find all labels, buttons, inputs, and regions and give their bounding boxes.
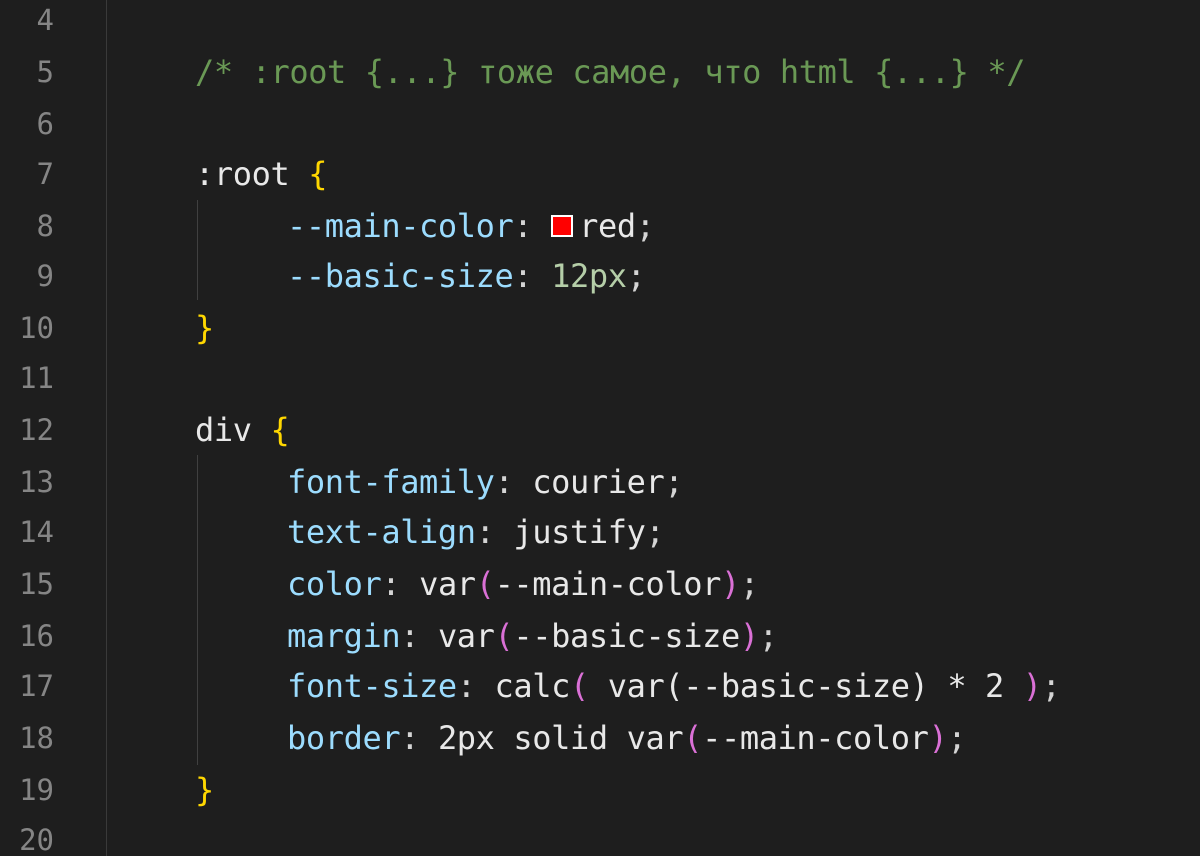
close-brace: } xyxy=(195,309,214,347)
code-line[interactable]: 20 xyxy=(0,814,1200,856)
css-value: 12px xyxy=(551,257,627,295)
line-number: 20 xyxy=(19,823,54,856)
css-value: var(--basic-size) * 2 xyxy=(588,667,1023,705)
code-line[interactable]: 6 xyxy=(0,98,1200,150)
css-property: font-size xyxy=(287,667,457,705)
line-number: 9 xyxy=(36,259,54,293)
line-number: 14 xyxy=(19,515,54,549)
css-selector: div xyxy=(195,411,252,449)
css-value: courier xyxy=(532,463,665,501)
code-line[interactable]: 11 xyxy=(0,352,1200,404)
code-line[interactable]: 9 --basic-size: 12px; xyxy=(0,250,1200,302)
css-property: --main-color xyxy=(287,207,514,245)
css-value: --main-color xyxy=(702,719,929,757)
code-comment: /* :root {...} тоже самое, что html {...… xyxy=(195,53,1026,91)
css-property: --basic-size xyxy=(287,257,514,295)
css-property: border xyxy=(287,719,401,757)
code-line[interactable]: 10 } xyxy=(0,302,1200,354)
line-number: 17 xyxy=(19,669,54,703)
code-line[interactable]: 4 xyxy=(0,0,1200,46)
code-line[interactable]: 14 text-align: justify; xyxy=(0,506,1200,558)
line-number: 11 xyxy=(19,361,54,395)
line-number: 10 xyxy=(19,311,54,345)
css-function: var xyxy=(419,565,476,603)
code-line[interactable]: 15 color: var(--main-color); xyxy=(0,558,1200,610)
close-brace: } xyxy=(195,771,214,809)
css-selector: :root xyxy=(195,155,290,193)
css-value: 2px solid xyxy=(437,719,627,757)
line-number: 4 xyxy=(36,3,54,37)
open-brace: { xyxy=(270,411,290,449)
line-number: 15 xyxy=(19,567,54,601)
css-value: --main-color xyxy=(494,565,722,603)
css-value: justify xyxy=(513,513,646,551)
css-property: font-family xyxy=(287,463,495,501)
code-line[interactable]: 8 --main-color: red; xyxy=(0,200,1200,252)
code-line[interactable]: 12 div { xyxy=(0,404,1200,456)
code-line[interactable]: 18 border: 2px solid var(--main-color); xyxy=(0,712,1200,764)
color-swatch-icon[interactable] xyxy=(551,215,574,237)
code-line[interactable]: 19 } xyxy=(0,764,1200,816)
line-number: 7 xyxy=(36,157,54,191)
css-function: var xyxy=(626,719,684,757)
code-editor[interactable]: 4 5 /* :root {...} тоже самое, что html … xyxy=(0,0,1200,856)
line-number: 19 xyxy=(19,773,54,807)
css-value: --basic-size xyxy=(513,617,740,655)
line-number: 5 xyxy=(36,55,54,89)
css-value: red xyxy=(579,207,636,245)
css-function: var xyxy=(437,617,495,655)
line-number: 13 xyxy=(19,465,54,499)
code-line[interactable]: 7 :root { xyxy=(0,148,1200,200)
css-property: text-align xyxy=(287,513,476,551)
line-number: 12 xyxy=(19,413,54,447)
line-number: 6 xyxy=(36,107,54,141)
code-line[interactable]: 5 /* :root {...} тоже самое, что html {.… xyxy=(0,46,1200,98)
line-number: 16 xyxy=(19,619,54,653)
code-line[interactable]: 13 font-family: courier; xyxy=(0,456,1200,508)
css-property: color xyxy=(287,565,382,603)
open-brace: { xyxy=(308,155,328,193)
line-number: 18 xyxy=(19,721,54,755)
line-number: 8 xyxy=(36,209,54,243)
code-line[interactable]: 17 font-size: calc( var(--basic-size) * … xyxy=(0,660,1200,712)
css-property: margin xyxy=(287,617,401,655)
css-function: calc xyxy=(494,667,571,705)
code-line[interactable]: 16 margin: var(--basic-size); xyxy=(0,610,1200,662)
